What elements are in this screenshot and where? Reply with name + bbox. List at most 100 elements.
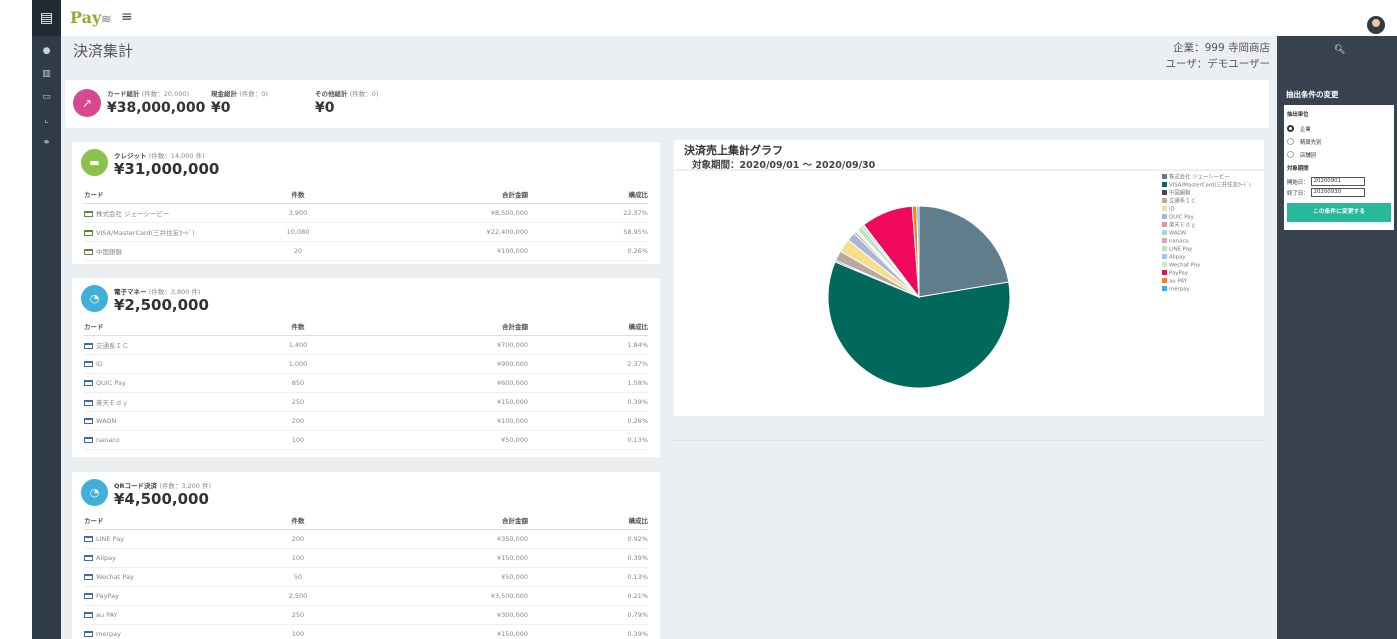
card-icon	[84, 417, 93, 424]
radio-store[interactable]: 店舗別	[1287, 148, 1391, 161]
credit-value: ¥31,000,000	[114, 160, 220, 178]
card-icon	[84, 210, 93, 217]
legend-item[interactable]: QUIC Pay	[1162, 214, 1251, 222]
radio-dot[interactable]	[1287, 138, 1294, 145]
emoney-table: カード 件数 合計金額 構成比 交通系ＩＣ 1,400 ¥700,000 1.84% …	[84, 318, 648, 450]
row-card: 交通系ＩＣ	[84, 335, 238, 355]
emoney-value: ¥2,500,000	[114, 296, 209, 314]
row-name: au PAY	[96, 610, 118, 619]
app-logo[interactable]: Pay≋	[70, 8, 111, 27]
company-label: 企業：999 寺岡商店	[1173, 42, 1270, 54]
legend-item[interactable]: merpay	[1162, 286, 1251, 294]
legend-item[interactable]: iD	[1162, 206, 1251, 214]
legend-item[interactable]: 株式会社 ジェーシービー	[1162, 174, 1251, 182]
table-row: Wechat Pay 50 ¥50,000 0.13%	[84, 567, 648, 587]
summary-cash-total: 現金総計 (件数：0) ¥0	[211, 88, 268, 116]
radio-company[interactable]: 企業	[1287, 122, 1391, 135]
home-icon[interactable]: ●	[32, 40, 61, 63]
start-date-input[interactable]: 20200901	[1310, 177, 1365, 186]
table-header-row: カード 件数 合計金額 構成比	[84, 512, 648, 530]
legend-item[interactable]: 交通系ＩＣ	[1162, 198, 1251, 206]
legend-item[interactable]: 中国銀聯	[1162, 190, 1251, 198]
card-icon[interactable]: ▤	[32, 0, 61, 36]
legend-item[interactable]: nanaco	[1162, 238, 1251, 246]
legend-swatch	[1162, 222, 1167, 227]
legend-swatch	[1162, 246, 1167, 251]
legend-label: au PAY	[1169, 278, 1187, 285]
radio-dot[interactable]	[1287, 151, 1294, 158]
row-name: VISA/MasterCard(三井住友ｶｰﾄﾞ)	[96, 228, 195, 237]
table-header-row: カード 件数 合計金額 構成比	[84, 318, 648, 336]
row-total: ¥50,000	[358, 567, 528, 587]
trend-icon: ↗	[73, 89, 101, 117]
summary-value: ¥38,000,000	[107, 100, 206, 116]
bank-icon[interactable]: ▥	[32, 63, 61, 86]
user-label: ユーザ：デモユーザー	[1165, 58, 1270, 70]
legend-label: 株式会社 ジェーシービー	[1169, 174, 1230, 181]
row-count: 100	[238, 430, 358, 450]
legend-item[interactable]: Wechat Pay	[1162, 262, 1251, 270]
row-name: iD	[96, 359, 103, 368]
row-card: merpay	[84, 624, 238, 639]
card-icon	[84, 399, 93, 406]
row-total: ¥100,000	[358, 241, 528, 261]
row-total: ¥150,000	[358, 624, 528, 639]
emoney-label: 電子マネー	[114, 288, 147, 296]
end-date-input[interactable]: 20200930	[1310, 188, 1365, 197]
row-total: ¥300,000	[358, 605, 528, 625]
col-ratio: 構成比	[528, 186, 648, 204]
row-name: WAON	[96, 416, 117, 425]
row-card: VISA/MasterCard(三井住友ｶｰﾄﾞ)	[84, 222, 238, 242]
avatar[interactable]	[1367, 16, 1385, 34]
legend-item[interactable]: WAON	[1162, 230, 1251, 238]
legend-label: Alipay	[1169, 254, 1186, 261]
legend-item[interactable]: 楽天Ｅｄｙ	[1162, 222, 1251, 230]
row-total: ¥100,000	[358, 411, 528, 431]
row-card: iD	[84, 354, 238, 374]
card-icon	[84, 342, 93, 349]
row-ratio: 0.26%	[528, 241, 648, 261]
legend-item[interactable]: Alipay	[1162, 254, 1251, 262]
end-label: 終了日：	[1287, 190, 1309, 197]
main-content: 決済集計 企業：999 寺岡商店 ユーザ：デモユーザー ↗ カード総計 (件数：…	[61, 36, 1277, 639]
pie-slice[interactable]	[918, 205, 1010, 298]
row-total: ¥3,500,000	[358, 586, 528, 606]
legend-swatch	[1162, 174, 1167, 179]
list-icon[interactable]: ▭	[32, 86, 61, 109]
legend-item[interactable]: au PAY	[1162, 278, 1251, 286]
row-name: 楽天Ｅｄｙ	[96, 398, 129, 407]
unit-label: 抽出単位	[1287, 112, 1309, 118]
search-icon[interactable]: 🔍︎	[1334, 45, 1345, 55]
chart-icon[interactable]: ⌞	[32, 109, 61, 132]
legend-item[interactable]: PayPay	[1162, 270, 1251, 278]
summary-value: ¥0	[211, 100, 231, 116]
row-name: LINE Pay	[96, 534, 125, 543]
summary-label: その他総計	[315, 90, 348, 98]
radio-dot[interactable]	[1287, 125, 1294, 132]
card-icon	[84, 229, 93, 236]
legend-label: 交通系ＩＣ	[1169, 198, 1196, 205]
pie-chart	[827, 205, 1011, 389]
row-count: 1,400	[238, 335, 358, 355]
apply-button[interactable]: この条件に変更する	[1287, 203, 1391, 222]
legend-swatch	[1162, 278, 1167, 283]
col-card: カード	[84, 318, 238, 336]
row-ratio: 2.37%	[528, 354, 648, 374]
row-count: 100	[238, 624, 358, 639]
legend-swatch	[1162, 286, 1167, 291]
radio-settlement[interactable]: 精算先別	[1287, 135, 1391, 148]
summary-label: 現金総計	[211, 90, 237, 98]
table-row: 中国銀聯 20 ¥100,000 0.26%	[84, 241, 648, 261]
row-card: 中国銀聯	[84, 241, 238, 261]
pie-legend: 株式会社 ジェーシービー VISA/MasterCard(三井住友ｶｰﾄﾞ) 中国銀…	[1162, 174, 1251, 294]
legend-item[interactable]: VISA/MasterCard(三井住友ｶｰﾄﾞ)	[1162, 182, 1251, 190]
summary-count: (件数：20,000)	[141, 90, 190, 98]
menu-icon[interactable]: ≡	[121, 9, 133, 25]
users-icon[interactable]: ⚭	[32, 132, 61, 155]
table-row: Alipay 100 ¥150,000 0.39%	[84, 548, 648, 568]
card-icon	[84, 535, 93, 542]
legend-swatch	[1162, 214, 1167, 219]
legend-label: WAON	[1169, 230, 1186, 237]
summary-count: (件数：0)	[349, 90, 379, 98]
legend-item[interactable]: LINE Pay	[1162, 246, 1251, 254]
